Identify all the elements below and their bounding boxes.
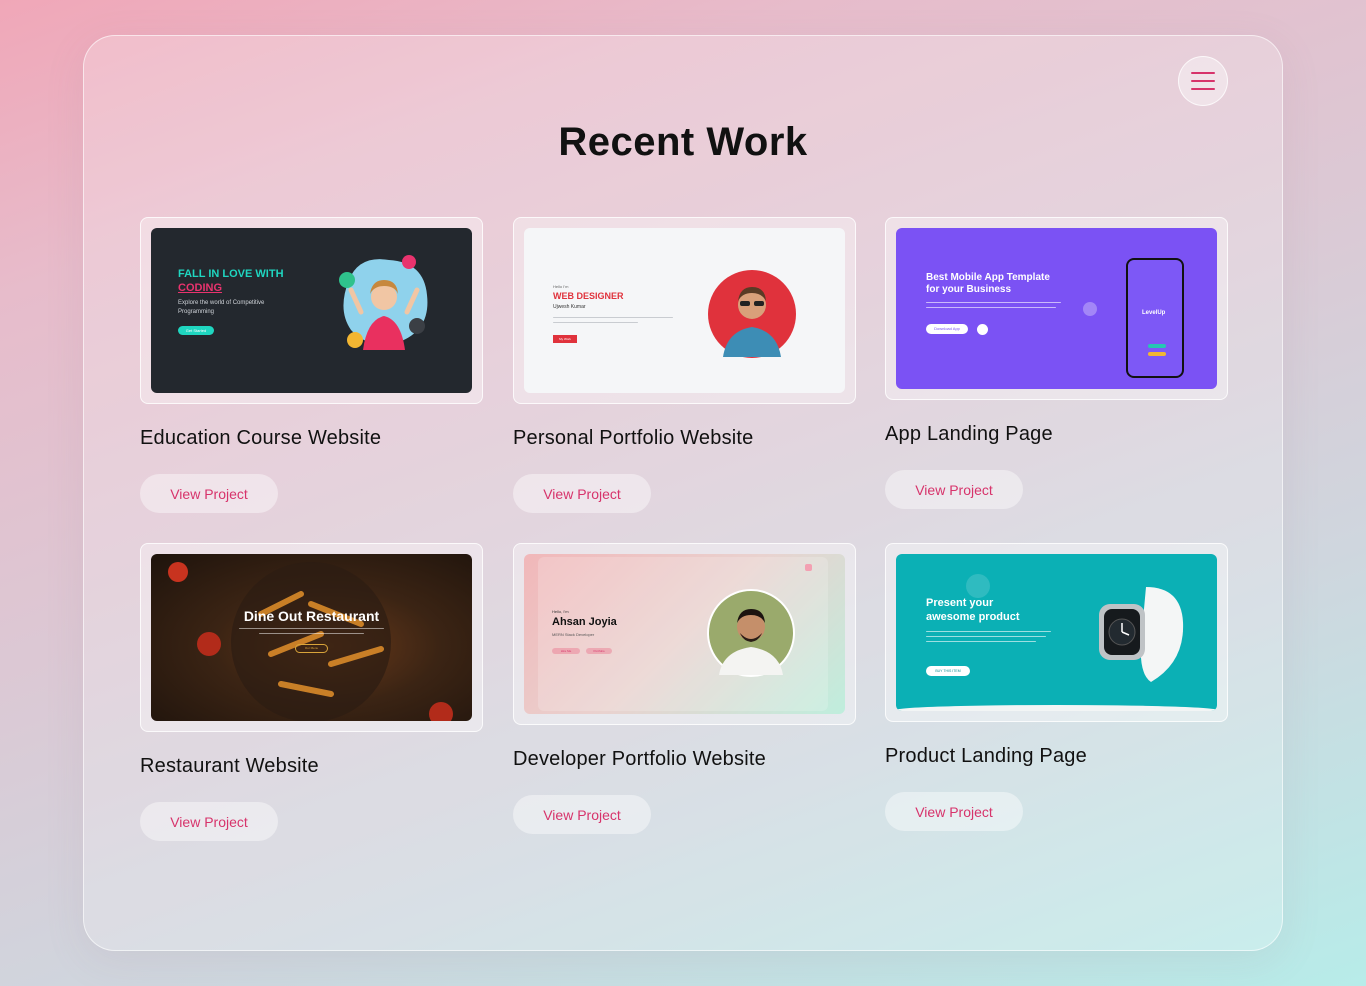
preview-button: Download App <box>926 324 968 334</box>
preview-heading: CODING <box>178 282 222 294</box>
preview-text: Hello, I'm <box>552 609 569 614</box>
project-title: Education Course Website <box>140 427 382 449</box>
recent-work-panel: Recent Work FALL IN LOVE WITH CODING Exp… <box>83 35 1283 951</box>
student-illustration <box>339 255 428 350</box>
preview-heading: Ahsan Joyia <box>552 616 617 628</box>
education-preview-image: FALL IN LOVE WITH CODING Explore the wor… <box>151 228 472 393</box>
personal-portfolio-preview-image: Hello I'm WEB DESIGNER Ujwesh Kumar My W… <box>524 228 845 393</box>
view-project-button[interactable]: View Project <box>140 474 278 513</box>
preview-heading: for your Business <box>926 284 1012 295</box>
preview-button: Our Menu <box>295 644 328 653</box>
view-project-button[interactable]: View Project <box>885 470 1023 509</box>
view-project-button[interactable]: View Project <box>140 802 278 841</box>
phone-mockup: LevelUp <box>1126 258 1184 378</box>
preview-button: Hire Me <box>552 648 580 654</box>
preview-button: My Work <box>553 335 577 343</box>
designer-photo <box>708 270 796 358</box>
page-title: Recent Work <box>558 120 808 164</box>
project-thumbnail-frame[interactable]: FALL IN LOVE WITH CODING Explore the wor… <box>140 217 483 404</box>
project-title: Restaurant Website <box>140 755 319 777</box>
restaurant-preview-image: Dine Out Restaurant Our Menu <box>151 554 472 721</box>
preview-heading: awesome product <box>926 611 1020 623</box>
preview-text: MERN Stack Developer <box>552 632 595 637</box>
view-project-button[interactable]: View Project <box>885 792 1023 831</box>
preview-text: Programming <box>178 309 215 315</box>
project-title: Personal Portfolio Website <box>513 427 754 449</box>
app-landing-preview-image: Best Mobile App Template for your Busine… <box>896 228 1217 389</box>
project-title: App Landing Page <box>885 423 1053 445</box>
preview-button: Portfolio <box>586 648 612 654</box>
project-thumbnail-frame[interactable]: Hello, I'm Ahsan Joyia MERN Stack Develo… <box>513 543 856 725</box>
project-title: Developer Portfolio Website <box>513 748 766 770</box>
project-thumbnail-frame[interactable]: Hello I'm WEB DESIGNER Ujwesh Kumar My W… <box>513 217 856 404</box>
preview-button: BUY THIS ITEM <box>926 666 970 676</box>
preview-text: Explore the world of Competitive <box>178 300 265 306</box>
hamburger-icon-bar <box>1191 88 1215 90</box>
pasta-illustration <box>168 562 453 721</box>
project-thumbnail-frame[interactable]: Best Mobile App Template for your Busine… <box>885 217 1228 400</box>
preview-heading: WEB DESIGNER <box>553 291 624 301</box>
preview-button: Get Started <box>178 326 214 335</box>
developer-portfolio-preview-image: Hello, I'm Ahsan Joyia MERN Stack Develo… <box>524 554 845 714</box>
hamburger-menu-button[interactable] <box>1178 56 1228 106</box>
hamburger-icon-bar <box>1191 72 1215 74</box>
project-thumbnail-frame[interactable]: Present your awesome product BUY THIS IT… <box>885 543 1228 722</box>
project-title: Product Landing Page <box>885 745 1087 767</box>
preview-text: Hello I'm <box>553 284 569 289</box>
smartwatch-illustration <box>1099 587 1184 682</box>
phone-logo: LevelUp <box>1142 310 1166 316</box>
preview-heading: Present your <box>926 597 994 609</box>
project-thumbnail-frame[interactable]: Dine Out Restaurant Our Menu <box>140 543 483 732</box>
preview-heading: FALL IN LOVE WITH <box>178 268 284 280</box>
product-landing-preview-image: Present your awesome product BUY THIS IT… <box>896 554 1217 711</box>
play-icon <box>977 324 988 335</box>
preview-text: Ujwesh Kumar <box>553 304 586 310</box>
developer-photo <box>707 589 795 677</box>
view-project-button[interactable]: View Project <box>513 474 651 513</box>
hamburger-icon-bar <box>1191 80 1215 82</box>
preview-heading: Best Mobile App Template <box>926 272 1050 283</box>
view-project-button[interactable]: View Project <box>513 795 651 834</box>
preview-heading: Dine Out Restaurant <box>243 608 380 624</box>
